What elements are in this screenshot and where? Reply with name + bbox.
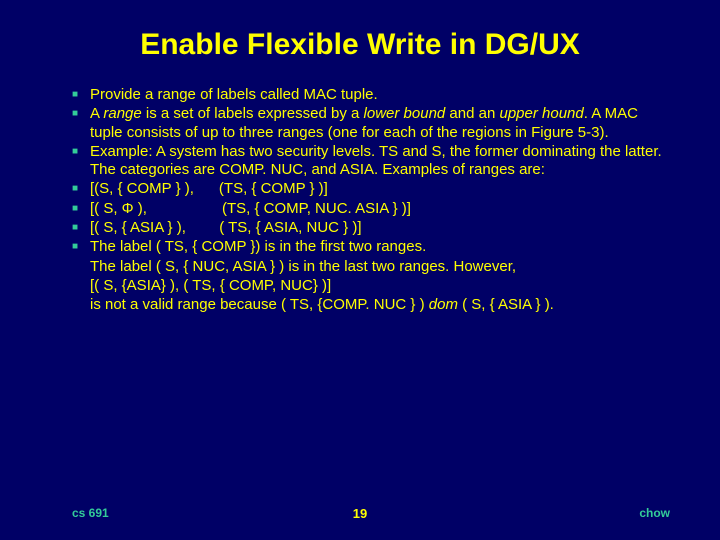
list-item-text: The label ( TS, { COMP }) is in the firs… [90, 238, 670, 256]
list-item: is not a valid range because ( TS, {COMP… [72, 296, 670, 314]
list-item-text: Example: A system has two security level… [90, 143, 670, 180]
slide-footer: cs 691 19 chow [0, 506, 720, 520]
bullet-icon: ■ [72, 200, 90, 215]
list-item: ■Provide a range of labels called MAC tu… [72, 86, 670, 104]
bullet-icon: ■ [72, 143, 90, 158]
list-item-text: [(S, { COMP } ), (TS, { COMP } )] [90, 180, 670, 198]
bullet-icon: ■ [72, 238, 90, 253]
bullet-icon: ■ [72, 180, 90, 195]
list-item-text: is not a valid range because ( TS, {COMP… [90, 296, 670, 314]
list-item-text: [( S, {ASIA} ), ( TS, { COMP, NUC} )] [90, 277, 670, 295]
footer-right: chow [639, 506, 670, 520]
list-item: ■[(S, { COMP } ), (TS, { COMP } )] [72, 180, 670, 198]
list-item: ■A range is a set of labels expressed by… [72, 105, 670, 142]
list-item-text: [( S, { ASIA } ), ( TS, { ASIA, NUC } )] [90, 219, 670, 237]
slide-body: ■Provide a range of labels called MAC tu… [50, 86, 670, 315]
slide: Enable Flexible Write in DG/UX ■Provide … [0, 0, 720, 540]
bullet-icon: ■ [72, 219, 90, 234]
list-item: [( S, {ASIA} ), ( TS, { COMP, NUC} )] [72, 277, 670, 295]
list-item: ■Example: A system has two security leve… [72, 143, 670, 180]
list-item-text: Provide a range of labels called MAC tup… [90, 86, 670, 104]
list-item: ■[( S, Φ ), (TS, { COMP, NUC. ASIA } )] [72, 200, 670, 218]
slide-title: Enable Flexible Write in DG/UX [50, 28, 670, 62]
list-item: The label ( S, { NUC, ASIA } ) is in the… [72, 258, 670, 276]
list-item: ■[( S, { ASIA } ), ( TS, { ASIA, NUC } )… [72, 219, 670, 237]
bullet-icon: ■ [72, 86, 90, 101]
footer-left: cs 691 [72, 506, 109, 520]
list-item-text: [( S, Φ ), (TS, { COMP, NUC. ASIA } )] [90, 200, 670, 218]
list-item: ■The label ( TS, { COMP }) is in the fir… [72, 238, 670, 256]
bullet-icon: ■ [72, 105, 90, 120]
list-item-text: A range is a set of labels expressed by … [90, 105, 670, 142]
list-item-text: The label ( S, { NUC, ASIA } ) is in the… [90, 258, 670, 276]
